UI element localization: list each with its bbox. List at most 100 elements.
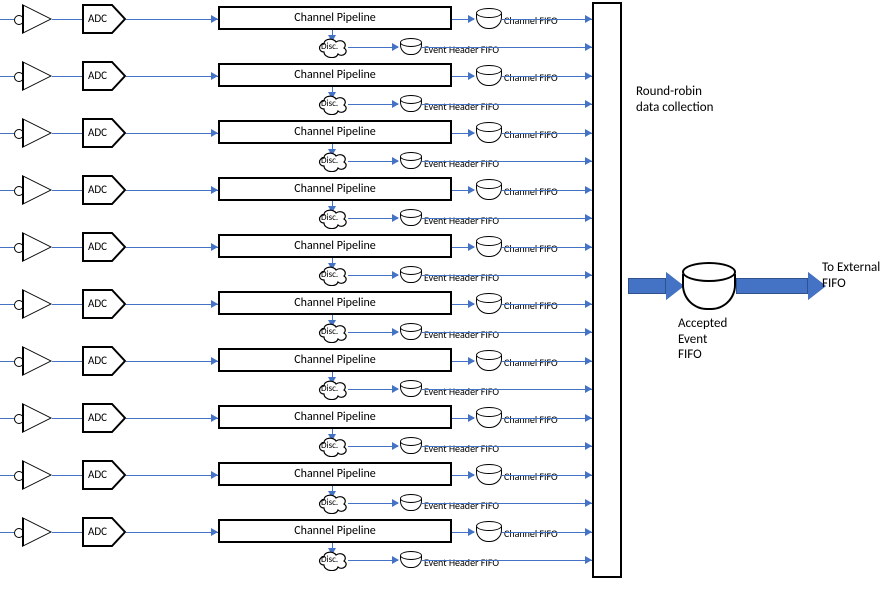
wire-event-header-to-rr xyxy=(422,218,592,219)
disc-label: Disc. xyxy=(321,155,338,166)
wire-amp-to-adc xyxy=(52,418,82,419)
arrowhead-icon xyxy=(392,271,399,279)
discriminator-cloud-icon: Disc. xyxy=(318,266,348,286)
accepted-l2: Event xyxy=(678,332,707,347)
wire-amp-to-adc xyxy=(52,304,82,305)
channel-fifo-label: Channel FIFO xyxy=(504,299,558,312)
disc-label: Disc. xyxy=(321,212,338,223)
event-header-fifo-cylinder-icon xyxy=(400,209,420,226)
channel-fifo-cylinder-icon xyxy=(476,8,500,29)
arrowhead-icon xyxy=(585,471,592,479)
arrowhead-icon xyxy=(392,442,399,450)
event-header-fifo-cylinder-icon xyxy=(400,152,420,169)
wire-event-header-to-rr xyxy=(422,389,592,390)
wire-disc-to-event-header-fifo xyxy=(348,446,398,447)
arrowhead-icon xyxy=(468,15,475,23)
wire-disc-to-event-header-fifo xyxy=(348,560,398,561)
disc-label: Disc. xyxy=(321,497,338,508)
wire-event-header-to-rr xyxy=(422,161,592,162)
wire-amp-to-adc xyxy=(52,190,82,191)
arrowhead-icon xyxy=(468,243,475,251)
adc-label: ADC xyxy=(88,240,107,253)
diagram-stage: ADC Channel Pipeline Channel FIFO Disc. … xyxy=(0,0,882,608)
channel-fifo-label: Channel FIFO xyxy=(504,185,558,198)
wire-channel-fifo-to-rr xyxy=(502,247,592,248)
arrowhead-icon xyxy=(392,157,399,165)
channel-row: ADC Channel Pipeline Channel FIFO Disc. … xyxy=(0,116,600,172)
wire-input xyxy=(0,19,14,20)
wire-adc-to-pipeline xyxy=(126,304,218,305)
channel-fifo-cylinder-icon xyxy=(476,407,500,428)
event-header-fifo-label: Event Header FIFO xyxy=(424,556,499,569)
arrowhead-icon xyxy=(585,300,592,308)
wire-amp-to-adc xyxy=(52,19,82,20)
wire-adc-to-pipeline xyxy=(126,76,218,77)
channel-fifo-cylinder-icon xyxy=(476,122,500,143)
channel-fifo-label: Channel FIFO xyxy=(504,71,558,84)
adc-block: ADC xyxy=(82,4,126,34)
arrowhead-icon xyxy=(585,414,592,422)
arrowhead-icon xyxy=(468,72,475,80)
accepted-l1: Accepted xyxy=(678,316,727,331)
wire-input xyxy=(0,76,14,77)
adc-label: ADC xyxy=(88,468,107,481)
external-l2: FIFO xyxy=(822,276,846,291)
adc-block: ADC xyxy=(82,403,126,433)
wire-channel-fifo-to-rr xyxy=(502,361,592,362)
arrowhead-icon xyxy=(585,357,592,365)
wire-event-header-to-rr xyxy=(422,446,592,447)
amplifier-icon xyxy=(22,175,52,205)
event-header-fifo-cylinder-icon xyxy=(400,266,420,283)
wire-amp-to-adc xyxy=(52,475,82,476)
round-robin-label-l2: data collection xyxy=(636,100,713,115)
discriminator-cloud-icon: Disc. xyxy=(318,437,348,457)
channel-pipeline-block: Channel Pipeline xyxy=(218,462,452,486)
channel-fifo-cylinder-icon xyxy=(476,464,500,485)
channel-fifo-cylinder-icon xyxy=(476,179,500,200)
discriminator-cloud-icon: Disc. xyxy=(318,152,348,172)
event-header-fifo-label: Event Header FIFO xyxy=(424,214,499,227)
discriminator-cloud-icon: Disc. xyxy=(318,494,348,514)
arrowhead-icon xyxy=(585,442,592,450)
adc-label: ADC xyxy=(88,183,107,196)
round-robin-block xyxy=(592,2,622,578)
wire-event-header-to-rr xyxy=(422,104,592,105)
wire-disc-to-event-header-fifo xyxy=(348,332,398,333)
arrowhead-icon xyxy=(585,243,592,251)
arrowhead-icon xyxy=(392,385,399,393)
accepted-event-fifo-cylinder xyxy=(682,262,732,310)
event-header-fifo-label: Event Header FIFO xyxy=(424,499,499,512)
arrowhead-icon xyxy=(585,100,592,108)
arrowhead-icon xyxy=(585,214,592,222)
event-header-fifo-cylinder-icon xyxy=(400,323,420,340)
wire-input xyxy=(0,190,14,191)
adc-block: ADC xyxy=(82,232,126,262)
arrowhead-icon xyxy=(468,528,475,536)
channel-pipeline-block: Channel Pipeline xyxy=(218,63,452,87)
channel-row: ADC Channel Pipeline Channel FIFO Disc. … xyxy=(0,458,600,514)
event-header-fifo-cylinder-icon xyxy=(400,38,420,55)
channel-fifo-label: Channel FIFO xyxy=(504,470,558,483)
channel-row: ADC Channel Pipeline Channel FIFO Disc. … xyxy=(0,344,600,400)
accepted-l3: FIFO xyxy=(678,347,702,362)
adc-label: ADC xyxy=(88,69,107,82)
arrowhead-icon xyxy=(392,100,399,108)
arrowhead-icon xyxy=(585,157,592,165)
wire-input xyxy=(0,133,14,134)
amplifier-icon xyxy=(22,346,52,376)
event-header-fifo-label: Event Header FIFO xyxy=(424,328,499,341)
wire-channel-fifo-to-rr xyxy=(502,133,592,134)
event-header-fifo-label: Event Header FIFO xyxy=(424,100,499,113)
arrowhead-icon xyxy=(392,556,399,564)
event-header-fifo-cylinder-icon xyxy=(400,494,420,511)
wire-amp-to-adc xyxy=(52,247,82,248)
arrowhead-icon xyxy=(211,15,218,23)
adc-block: ADC xyxy=(82,175,126,205)
discriminator-cloud-icon: Disc. xyxy=(318,38,348,58)
arrowhead-icon xyxy=(211,528,218,536)
channel-pipeline-block: Channel Pipeline xyxy=(218,120,452,144)
arrowhead-icon xyxy=(392,499,399,507)
arrowhead-icon xyxy=(468,471,475,479)
amplifier-icon xyxy=(22,118,52,148)
wire-adc-to-pipeline xyxy=(126,532,218,533)
